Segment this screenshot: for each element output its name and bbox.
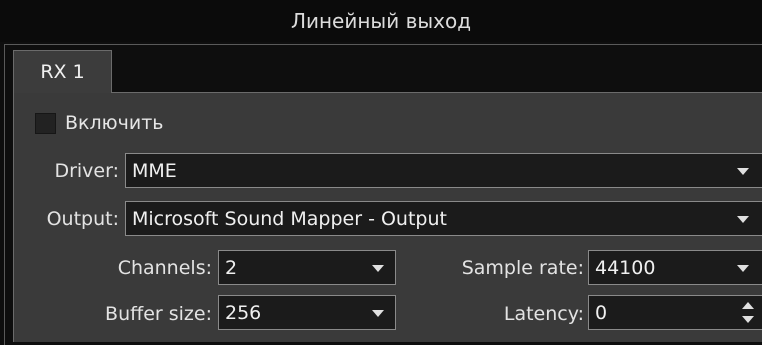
driver-select[interactable]: MME xyxy=(125,153,762,188)
channels-label: Channels: xyxy=(117,257,212,279)
output-label: Output: xyxy=(46,208,119,230)
chevron-down-icon[interactable] xyxy=(372,309,384,317)
chevron-down-icon[interactable] xyxy=(737,167,749,175)
latency-value: 0 xyxy=(595,301,608,324)
tab-rx1[interactable]: RX 1 xyxy=(13,50,112,93)
buffer-size-label: Buffer size: xyxy=(105,303,212,325)
enable-checkbox[interactable] xyxy=(35,112,56,134)
channels-value: 2 xyxy=(225,256,238,279)
chevron-down-icon[interactable] xyxy=(372,264,384,272)
enable-row[interactable]: Включить xyxy=(35,108,164,138)
enable-label[interactable]: Включить xyxy=(65,112,164,134)
window-title-text: Линейный выход xyxy=(290,9,472,33)
driver-label: Driver: xyxy=(54,160,119,182)
channels-select[interactable]: 2 xyxy=(218,250,396,285)
driver-value: MME xyxy=(132,159,177,182)
sample-rate-label: Sample rate: xyxy=(461,257,584,279)
output-select[interactable]: Microsoft Sound Mapper - Output xyxy=(125,201,762,236)
latency-label: Latency: xyxy=(503,303,584,325)
spin-down-icon[interactable] xyxy=(742,316,754,323)
output-value: Microsoft Sound Mapper - Output xyxy=(132,207,447,230)
chevron-down-icon[interactable] xyxy=(737,215,749,223)
tab-rx1-label: RX 1 xyxy=(40,61,85,83)
buffer-size-value: 256 xyxy=(225,301,262,324)
window-title: Линейный выход xyxy=(0,0,762,42)
sample-rate-select[interactable]: 44100 xyxy=(588,250,762,285)
chevron-down-icon[interactable] xyxy=(737,264,749,272)
sample-rate-value: 44100 xyxy=(595,256,656,279)
spin-up-icon[interactable] xyxy=(742,302,754,309)
buffer-size-select[interactable]: 256 xyxy=(218,295,396,330)
latency-spinbox[interactable]: 0 xyxy=(588,295,762,330)
